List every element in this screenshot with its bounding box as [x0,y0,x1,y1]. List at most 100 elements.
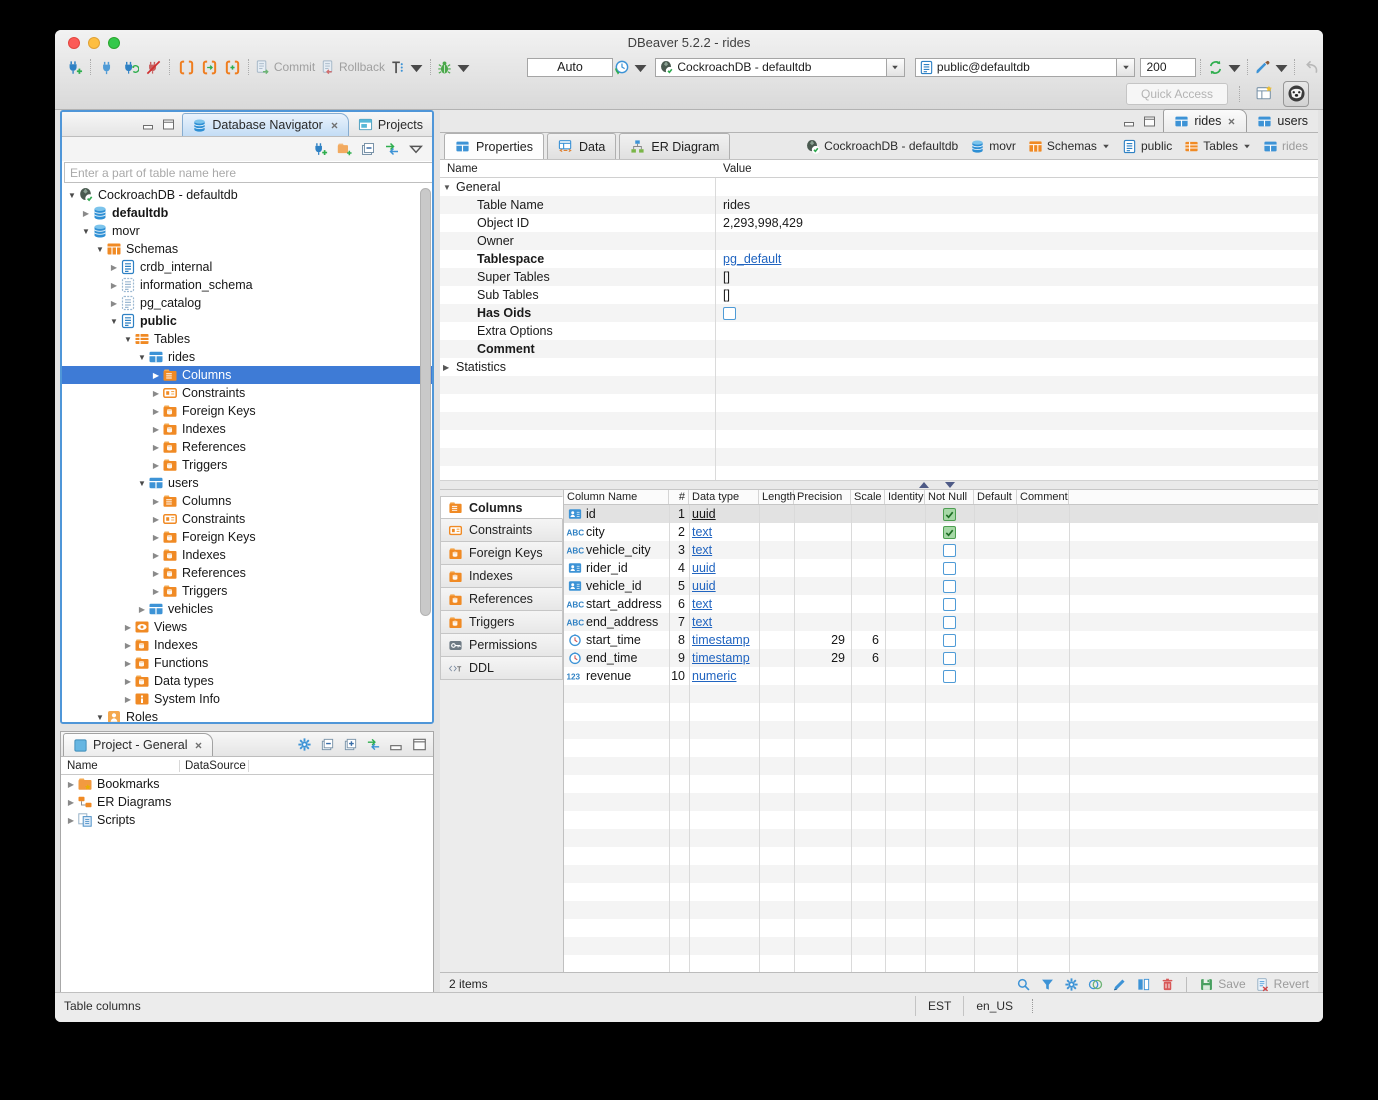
expand-arrow[interactable]: ▶ [136,605,148,614]
minimize-panel-button[interactable] [142,119,155,130]
property-value[interactable]: [] [723,288,730,302]
tree-item[interactable]: ▼ public [62,312,432,330]
commit-button[interactable]: Commit [255,57,318,77]
expand-arrow[interactable]: ▶ [150,569,162,578]
grid-column-header[interactable]: Precision [794,490,851,504]
close-window-button[interactable] [68,37,80,49]
editor-subtab[interactable]: Properties [444,133,544,159]
tree-item[interactable]: ▶ Foreign Keys [62,402,432,420]
dropdown-arrow-icon[interactable] [1102,142,1110,150]
detail-tab[interactable]: Constraints [440,519,563,542]
property-row[interactable]: Table Name rides [440,196,1318,214]
schema-selector[interactable]: public@defaultdb [915,58,1136,77]
data-type-link[interactable]: uuid [692,561,716,575]
not-null-checkbox[interactable] [943,580,956,593]
data-type-link[interactable]: uuid [692,507,716,521]
edit-pencil-icon[interactable] [1112,977,1127,992]
minimize-window-button[interactable] [88,37,100,49]
tree-item[interactable]: ▶ Functions [62,654,432,672]
search-icon[interactable] [1016,977,1031,992]
tree-item[interactable]: ▼ rides [62,348,432,366]
expand-arrow[interactable]: ▶ [150,551,162,560]
expand-arrow[interactable]: ▼ [80,227,92,236]
property-row[interactable]: Tablespace pg_default [440,250,1318,268]
grid-column-header[interactable]: Length [759,490,794,504]
project-general-tab[interactable]: Project - General [63,733,213,756]
table-filter-input[interactable] [64,162,434,183]
property-row[interactable]: Comment [440,340,1318,358]
tree-item[interactable]: ▶ information_schema [62,276,432,294]
view-menu-icon[interactable] [408,141,424,157]
expand-arrow[interactable]: ▶ [65,816,77,825]
gear-icon[interactable] [1064,977,1079,992]
data-type-link[interactable]: numeric [692,669,736,683]
collapse-all-icon[interactable] [360,141,376,157]
maximize-panel-button[interactable] [412,737,427,752]
expand-arrow[interactable]: ▶ [80,209,92,218]
compare-icon[interactable] [1088,977,1103,992]
tree-item[interactable]: ▶ Constraints [62,510,432,528]
expand-arrow[interactable]: ▼ [94,713,106,722]
expand-arrow[interactable]: ▶ [122,659,134,668]
detail-tab[interactable]: Indexes [440,565,563,588]
column-row[interactable]: start_time 8 timestamp 29 6 [564,631,1318,649]
detail-tab[interactable]: T DDL [440,657,563,680]
zoom-window-button[interactable] [108,37,120,49]
tree-item[interactable]: ▶ Columns [62,366,432,384]
expand-arrow[interactable]: ▼ [66,191,78,200]
breadcrumb-item[interactable]: Tables [1184,139,1251,154]
maximize-panel-button[interactable] [162,119,175,130]
locale-indicator[interactable]: en_US [963,996,1025,1016]
navigator-tab[interactable]: Database Navigator [182,113,348,136]
debug-button[interactable] [437,57,472,77]
editor-tab[interactable]: users [1247,110,1318,132]
minimize-panel-button[interactable] [389,737,404,752]
column-row[interactable]: id 1 uuid [564,505,1318,523]
breadcrumb-item[interactable]: Schemas [1028,139,1110,154]
expand-all-icon[interactable] [343,737,358,752]
editor-subtab[interactable]: Data [547,133,616,159]
not-null-checkbox[interactable] [943,616,956,629]
property-row[interactable]: ▼ General [440,178,1318,196]
editor-subtab[interactable]: ER Diagram [619,133,730,159]
transaction-log-button[interactable] [390,57,425,77]
tree-item[interactable]: ▼ Tables [62,330,432,348]
column-row[interactable]: ABCvehicle_city 3 text [564,541,1318,559]
gear-icon[interactable] [297,737,312,752]
not-null-checkbox[interactable] [943,526,956,539]
property-value[interactable]: [] [723,270,730,284]
delete-icon[interactable] [1160,977,1175,992]
expand-arrow[interactable]: ▼ [136,479,148,488]
not-null-checkbox[interactable] [943,670,956,683]
property-value[interactable]: 2,293,998,429 [723,216,803,230]
close-tab-icon[interactable] [194,741,203,750]
detail-tab[interactable]: References [440,588,563,611]
format-button[interactable] [1254,57,1289,77]
quick-access-field[interactable]: Quick Access [1126,83,1228,105]
back-button[interactable] [1301,57,1322,77]
sash-up-icon[interactable] [919,482,929,488]
grid-column-header[interactable]: Not Null [925,490,974,504]
open-sql-editor-button[interactable] [199,57,220,77]
save-button[interactable]: Save [1199,977,1245,992]
tree-item[interactable]: ▼ Roles [62,708,432,722]
tree-item[interactable]: ▶ Data types [62,672,432,690]
expand-arrow[interactable]: ▶ [108,299,120,308]
data-type-link[interactable]: text [692,615,712,629]
link-with-editor-icon[interactable] [384,141,400,157]
tree-item[interactable]: ▶ Indexes [62,420,432,438]
connect-button[interactable] [97,57,118,77]
tree-item[interactable]: ▶ Indexes [62,546,432,564]
grid-column-header[interactable]: Default [974,490,1017,504]
project-tree-item[interactable]: ▶ Bookmarks [61,775,433,793]
column-row[interactable]: vehicle_id 5 uuid [564,577,1318,595]
expand-arrow[interactable]: ▶ [150,587,162,596]
detail-tab[interactable]: Columns [440,496,563,519]
tree-item[interactable]: ▶ Indexes [62,636,432,654]
tree-item[interactable]: ▼ users [62,474,432,492]
expand-arrow[interactable]: ▶ [150,389,162,398]
refresh-button[interactable] [1207,57,1242,77]
datasource-column-header[interactable]: DataSource [180,760,249,772]
value-column-header[interactable]: Value [715,163,752,175]
detail-tab[interactable]: Foreign Keys [440,542,563,565]
